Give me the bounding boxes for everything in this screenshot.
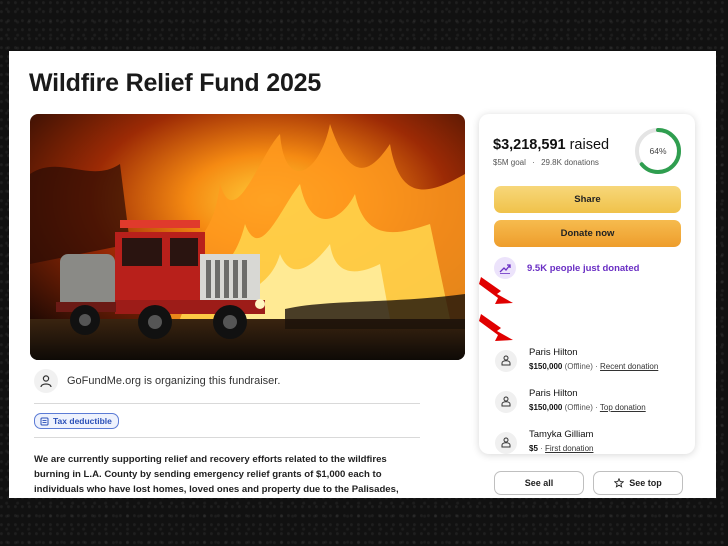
goal-amount: $5M goal (493, 158, 526, 167)
donation-hand-icon (495, 432, 517, 454)
fundraiser-description: We are currently supporting relief and r… (34, 454, 399, 495)
tax-deductible-badge[interactable]: Tax deductible (34, 413, 119, 429)
user-icon (34, 369, 58, 393)
first-donation-link[interactable]: First donation (545, 444, 593, 453)
progress-label: 64% (649, 146, 667, 156)
page-title: Wildfire Relief Fund 2025 (29, 69, 322, 97)
donation-hand-icon (495, 391, 517, 413)
red-arrow-annotation (479, 277, 513, 304)
donor-name: Tamyka Gilliam (529, 429, 594, 440)
organizer-text: GoFundMe.org is organizing this fundrais… (67, 375, 281, 387)
fundraiser-page: Wildfire Relief Fund 2025 GoFundMe.org i… (9, 51, 716, 498)
organizer-row: GoFundMe.org is organizing this fundrais… (34, 369, 280, 393)
donation-hand-icon (495, 350, 517, 372)
donate-now-button[interactable]: Donate now (494, 220, 681, 247)
receipt-icon (40, 417, 49, 425)
donation-count: 29.8K donations (541, 158, 599, 167)
divider (34, 403, 420, 404)
donor-name: Paris Hilton (529, 388, 578, 399)
donor-meta: $150,000 (Offline) · Top donation (529, 403, 646, 412)
donor-name: Paris Hilton (529, 347, 578, 358)
see-top-button[interactable]: See top (593, 471, 683, 495)
top-donation-link[interactable]: Top donation (600, 403, 646, 412)
star-icon (614, 478, 625, 488)
donor-meta: $5 · First donation (529, 444, 594, 453)
recent-activity-text: 9.5K people just donated (527, 262, 640, 274)
hero-image (30, 114, 465, 360)
raised-amount: $3,218,591 raised (493, 137, 610, 153)
tax-deductible-label: Tax deductible (53, 416, 112, 426)
divider (34, 437, 420, 438)
share-button[interactable]: Share (494, 186, 681, 213)
red-arrow-annotation (479, 314, 513, 341)
donor-meta: $150,000 (Offline) · Recent donation (529, 362, 659, 371)
goal-summary: $5M goal · 29.8K donations (493, 158, 599, 167)
recent-donation-link[interactable]: Recent donation (600, 362, 658, 371)
see-all-button[interactable]: See all (494, 471, 584, 495)
